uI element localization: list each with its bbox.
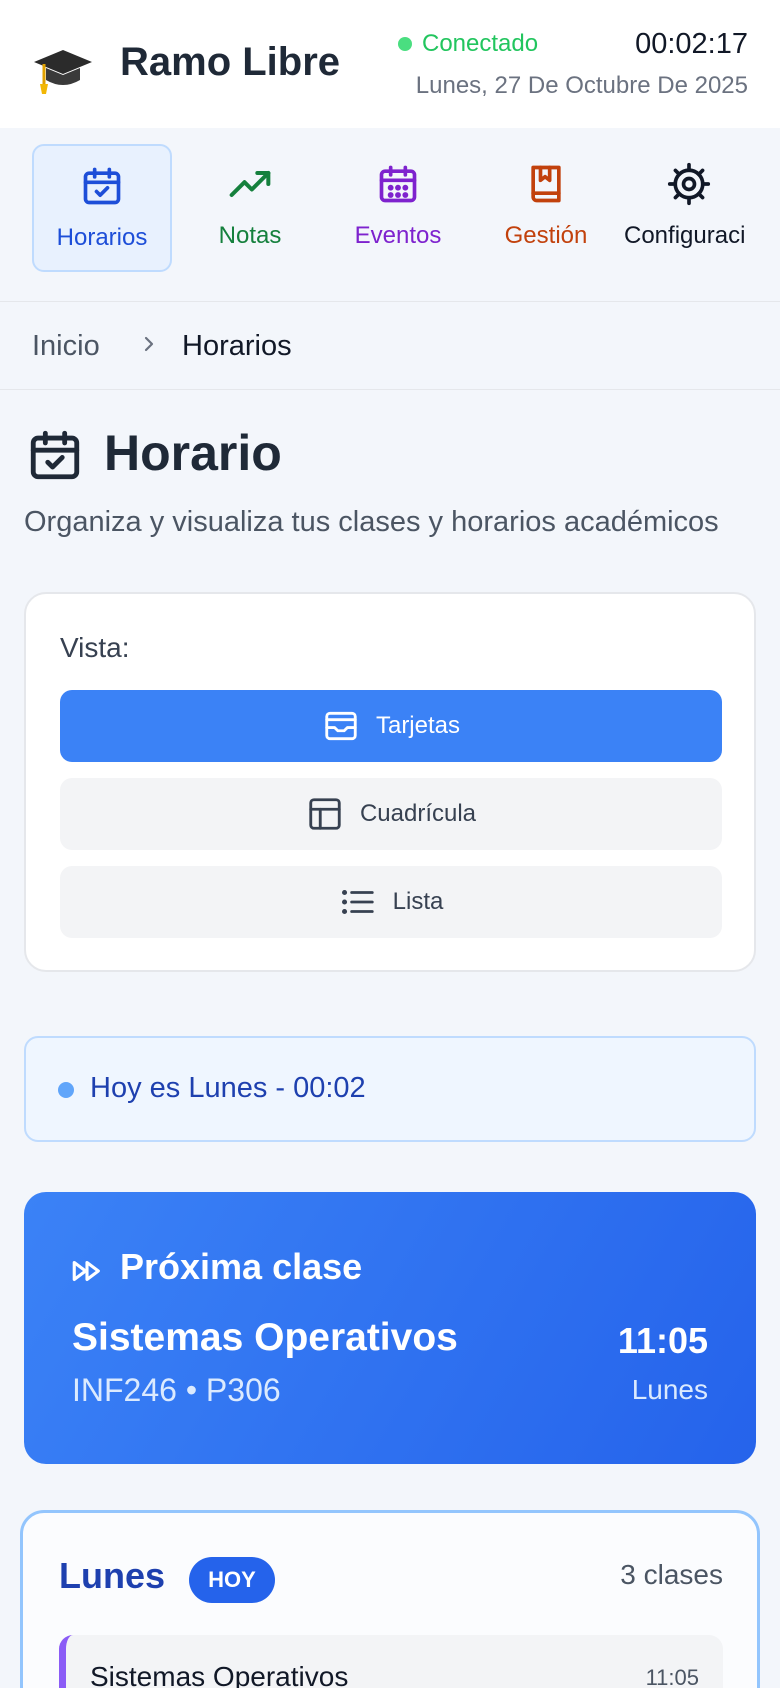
tab-navigation: Horarios Notas Eventos Gestión Configura… — [0, 128, 780, 302]
bookmark-book-icon — [531, 165, 561, 203]
breadcrumb-home-link[interactable]: Inicio — [32, 330, 100, 363]
tab-configuracion[interactable]: Configuraci — [624, 144, 754, 272]
breadcrumb: Inicio Horarios — [0, 302, 780, 390]
gear-icon — [667, 162, 711, 206]
class-item[interactable]: Sistemas Operativos 11:05 — [59, 1635, 723, 1688]
view-selector-card: Vista: Tarjetas Cuadrícula Lista — [24, 592, 756, 972]
tab-label: Eventos — [354, 222, 442, 249]
trending-up-icon — [229, 170, 271, 198]
view-label: Vista: — [60, 632, 130, 663]
graduation-cap-icon — [34, 50, 92, 94]
tab-gestion[interactable]: Gestión — [476, 144, 616, 272]
tab-notas[interactable]: Notas — [180, 144, 320, 272]
tab-label: Configuraci — [624, 222, 746, 249]
chevron-right-icon — [144, 336, 154, 352]
app-header: Ramo Libre Conectado 00:02:17 Lunes, 27 … — [0, 0, 780, 128]
page-title: Horario — [104, 425, 282, 481]
tab-label: Notas — [218, 222, 282, 249]
connection-status: Conectado — [398, 30, 538, 58]
today-badge: HOY — [189, 1557, 275, 1603]
view-cards-button[interactable]: Tarjetas — [60, 690, 722, 762]
status-label: Conectado — [422, 30, 539, 57]
today-text: Hoy es Lunes - 00:02 — [90, 1072, 366, 1104]
next-class-subject: Sistemas Operativos — [72, 1316, 458, 1359]
app-title: Ramo Libre — [120, 40, 341, 84]
tab-label: Gestión — [504, 222, 588, 249]
today-banner: Hoy es Lunes - 00:02 — [24, 1036, 756, 1142]
next-class-label: Próxima clase — [120, 1246, 363, 1287]
view-option-label: Cuadrícula — [359, 800, 477, 827]
page-subtitle: Organiza y visualiza tus clases y horari… — [24, 506, 719, 538]
view-grid-button[interactable]: Cuadrícula — [60, 778, 722, 850]
view-option-label: Lista — [392, 888, 444, 915]
inbox-icon — [325, 711, 357, 741]
class-name: Sistemas Operativos — [90, 1661, 349, 1688]
tab-horarios[interactable]: Horarios — [32, 144, 172, 272]
calendar-check-icon — [30, 430, 80, 480]
next-class-meta: INF246 • P306 — [72, 1372, 281, 1408]
day-card-lunes: Lunes HOY 3 clases Sistemas Operativos 1… — [20, 1510, 760, 1688]
view-list-button[interactable]: Lista — [60, 866, 722, 938]
tab-label: Horarios — [56, 224, 148, 251]
today-dot-icon — [58, 1082, 74, 1098]
next-class-time: 11:05 — [617, 1320, 708, 1361]
next-class-day: Lunes — [631, 1374, 708, 1405]
clock: 00:02:17 — [635, 28, 748, 60]
tab-eventos[interactable]: Eventos — [328, 144, 468, 272]
class-count: 3 clases — [620, 1559, 723, 1590]
calendar-check-icon — [83, 167, 121, 205]
current-date: Lunes, 27 De Octubre De 2025 — [415, 72, 748, 99]
list-icon — [341, 889, 374, 915]
calendar-grid-icon — [379, 165, 417, 203]
next-class-card[interactable]: Próxima clase Sistemas Operativos INF246… — [24, 1192, 756, 1464]
status-dot-icon — [398, 37, 412, 51]
view-option-label: Tarjetas — [375, 712, 461, 739]
table-icon — [309, 798, 341, 830]
fast-forward-icon — [72, 1260, 100, 1282]
breadcrumb-current: Horarios — [182, 330, 292, 362]
day-name: Lunes — [59, 1555, 166, 1596]
class-time: 11:05 — [645, 1665, 699, 1688]
